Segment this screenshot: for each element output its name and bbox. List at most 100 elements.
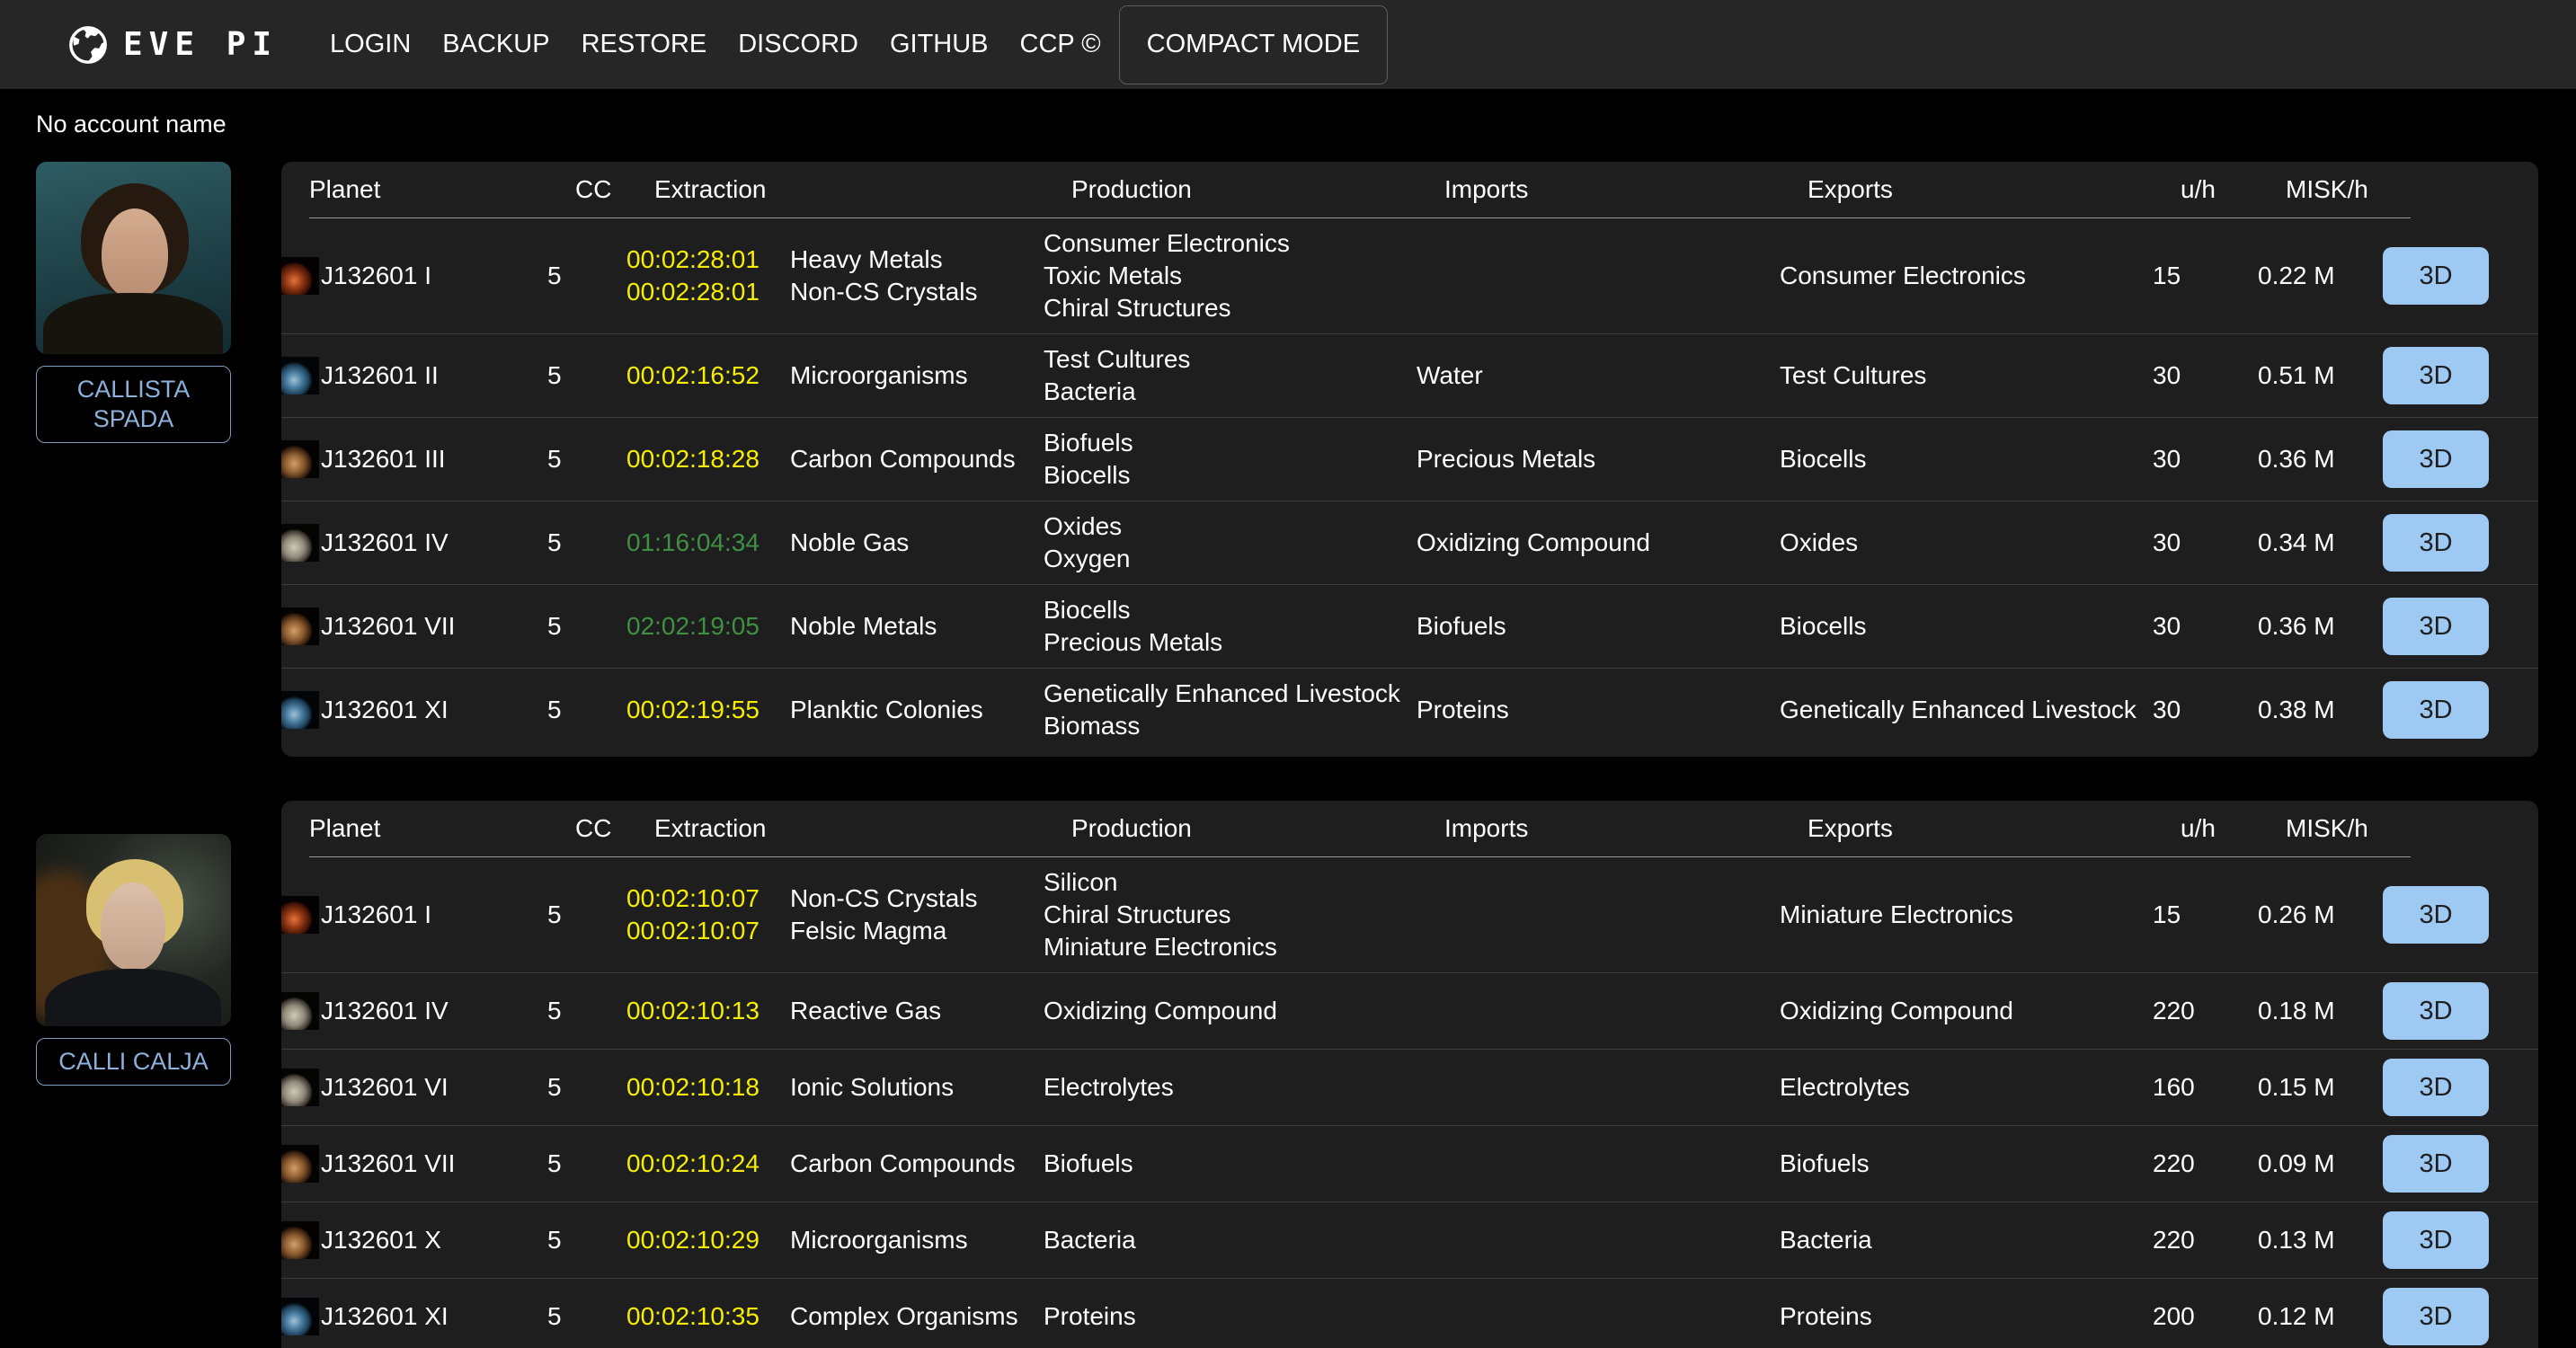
extraction-line: 02:02:19:05Noble Metals [626,610,1044,643]
avatar-body-shape [45,969,221,1026]
table-row: J132601 VI 5 00:02:10:18Ionic Solutions … [281,1049,2538,1125]
column-header-planet: Planet [309,801,575,857]
view-3d-button[interactable]: 3D [2383,886,2489,944]
table-row: J132601 III 5 00:02:18:28Carbon Compound… [281,417,2538,501]
character-avatar[interactable] [36,162,231,354]
uh-value: 220 [2153,1148,2258,1180]
production-item: Genetically Enhanced Livestock [1044,678,1417,710]
production-cell: Test CulturesBacteria [1044,343,1417,408]
extraction-timer: 00:02:19:55 [626,694,790,726]
view-3d-button[interactable]: 3D [2383,598,2489,655]
brand[interactable]: EVE PI [67,24,278,66]
table-row: J132601 IV 5 00:02:10:13Reactive Gas Oxi… [281,972,2538,1049]
production-cell: Proteins [1044,1300,1417,1333]
production-cell: SiliconChiral StructuresMiniature Electr… [1044,866,1417,963]
miskh-value: 0.15 M [2258,1071,2383,1104]
production-item: Bacteria [1044,376,1417,408]
miskh-value: 0.09 M [2258,1148,2383,1180]
column-header-production: Production [1071,801,1444,857]
nav-link-login[interactable]: LOGIN [330,30,411,59]
extraction-line: 00:02:19:55Planktic Colonies [626,694,1044,726]
extraction-cell: 00:02:19:55Planktic Colonies [626,694,1044,726]
planet-cell: J132601 IV [281,524,547,562]
cc-value: 5 [547,1224,626,1256]
view-3d-button[interactable]: 3D [2383,1211,2489,1269]
view-3d-button[interactable]: 3D [2383,347,2489,404]
miskh-value: 0.51 M [2258,359,2383,392]
nav-link-backup[interactable]: BACKUP [442,30,549,59]
extraction-resource: Microorganisms [790,361,968,389]
view-3d-button[interactable]: 3D [2383,430,2489,488]
nav-link-ccp[interactable]: CCP © [1020,30,1101,59]
table-header-row: PlanetCCExtractionProductionImportsExpor… [281,162,2538,218]
extraction-timer: 00:02:10:35 [626,1300,790,1333]
globe-icon [67,24,109,66]
planet-icon [281,357,319,395]
export-item: Biocells [1780,443,2153,475]
nav-link-discord[interactable]: DISCORD [738,30,858,59]
export-item: Bacteria [1780,1224,2153,1256]
imports-cell: Water [1417,359,1780,392]
exports-cell: Miniature Electronics [1780,899,2153,931]
table-row: J132601 II 5 00:02:16:52Microorganisms T… [281,333,2538,417]
extraction-line: 00:02:10:13Reactive Gas [626,995,1044,1027]
miskh-value: 0.13 M [2258,1224,2383,1256]
nav-link-restore[interactable]: RESTORE [582,30,707,59]
account-name-banner: No account name [36,111,2576,138]
extraction-resource: Non-CS Crystals [790,278,977,306]
character-avatar[interactable] [36,834,231,1026]
extraction-resource: Carbon Compounds [790,445,1016,473]
view-3d-button[interactable]: 3D [2383,1135,2489,1193]
avatar-body-shape [43,293,223,354]
planet-icon [281,524,319,562]
character-name-label[interactable]: CALLISTA SPADA [36,366,231,443]
view-3d-button[interactable]: 3D [2383,681,2489,739]
exports-cell: Oxidizing Compound [1780,995,2153,1027]
production-item: Chiral Structures [1044,899,1417,931]
column-header-exports: Exports [1808,801,2181,857]
extraction-timer: 00:02:10:07 [626,882,790,915]
view-3d-cell: 3D [2383,514,2510,572]
extraction-resource: Felsic Magma [790,917,946,944]
cc-value: 5 [547,610,626,643]
view-3d-cell: 3D [2383,430,2510,488]
export-item: Proteins [1780,1300,2153,1333]
character-name-label[interactable]: CALLI CALJA [36,1038,231,1086]
imports-cell: Biofuels [1417,610,1780,643]
production-item: Miniature Electronics [1044,931,1417,963]
import-item: Water [1417,359,1780,392]
extraction-resource: Complex Organisms [790,1302,1018,1330]
exports-cell: Consumer Electronics [1780,260,2153,292]
nav-link-github[interactable]: GITHUB [890,30,989,59]
cc-value: 5 [547,1071,626,1104]
extraction-resource: Microorganisms [790,1226,968,1254]
exports-cell: Biocells [1780,610,2153,643]
view-3d-button[interactable]: 3D [2383,982,2489,1040]
uh-value: 30 [2153,527,2258,559]
view-3d-button[interactable]: 3D [2383,1288,2489,1345]
view-3d-button[interactable]: 3D [2383,514,2489,572]
character-column: CALLISTA SPADA [36,162,231,757]
production-item: Biocells [1044,594,1417,626]
view-3d-button[interactable]: 3D [2383,247,2489,305]
exports-cell: Proteins [1780,1300,2153,1333]
uh-value: 15 [2153,899,2258,931]
planet-name: J132601 IV [321,527,449,559]
planets-table: PlanetCCExtractionProductionImportsExpor… [281,162,2538,757]
extraction-line: 00:02:10:07Non-CS Crystals [626,882,1044,915]
cc-value: 5 [547,899,626,931]
compact-mode-button[interactable]: COMPACT MODE [1119,5,1388,84]
miskh-value: 0.18 M [2258,995,2383,1027]
extraction-timer: 01:16:04:34 [626,527,790,559]
planet-cell: J132601 I [281,896,547,934]
cc-value: 5 [547,260,626,292]
extraction-resource: Heavy Metals [790,245,943,273]
exports-cell: Oxides [1780,527,2153,559]
extraction-cell: 00:02:10:35Complex Organisms [626,1300,1044,1333]
column-header-cc: CC [575,162,654,218]
character-section: CALLISTA SPADA PlanetCCExtractionProduct… [36,162,2538,757]
production-item: Oxides [1044,510,1417,543]
view-3d-button[interactable]: 3D [2383,1059,2489,1116]
production-item: Toxic Metals [1044,260,1417,292]
export-item: Test Cultures [1780,359,2153,392]
